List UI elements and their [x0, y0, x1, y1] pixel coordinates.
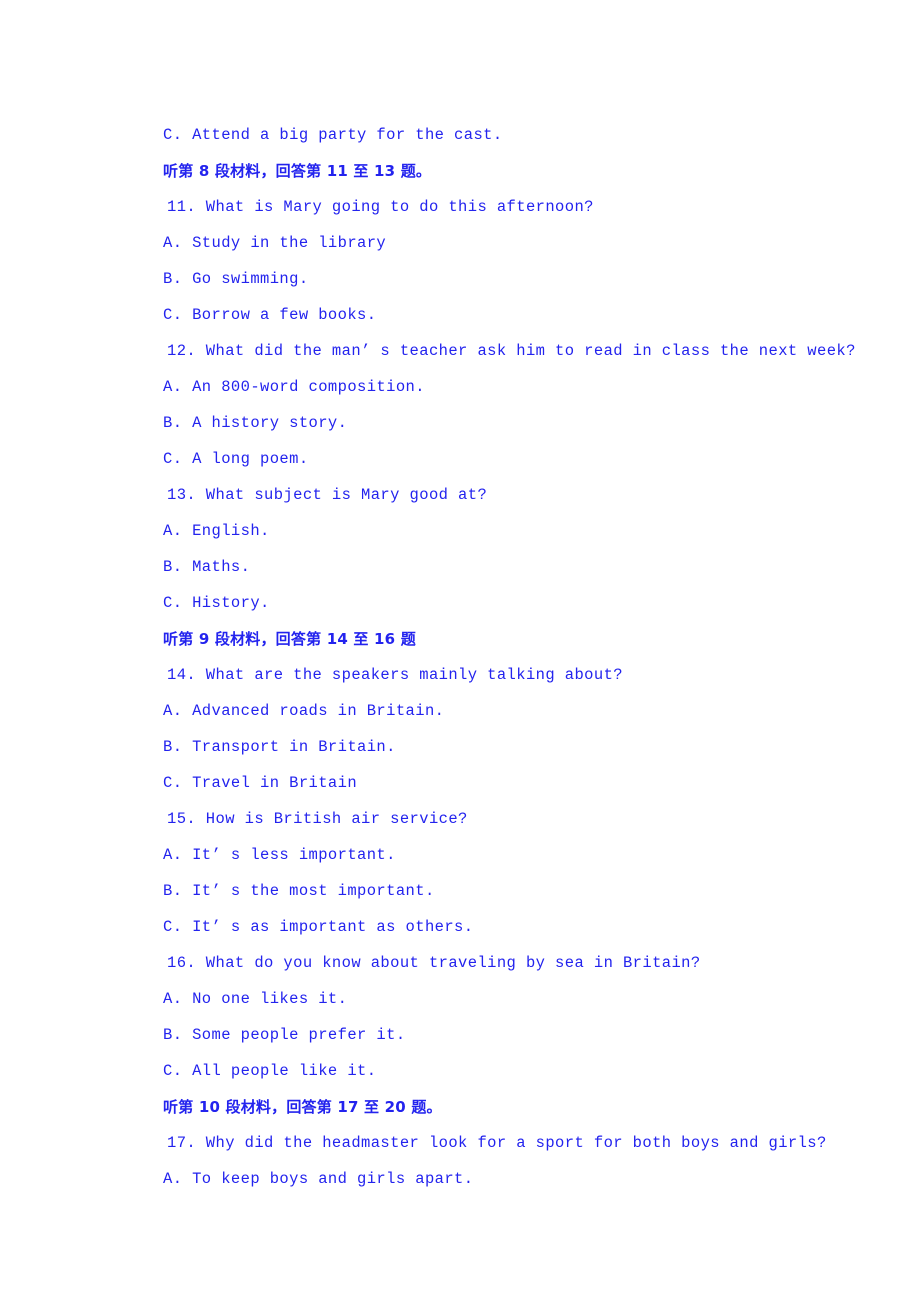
answer-option: B. Some people prefer it.: [163, 1026, 406, 1044]
answer-option: C. A long poem.: [163, 450, 309, 468]
answer-option: C. All people like it.: [163, 1062, 377, 1080]
exam-paper-page: C. Attend a big party for the cast. 听第 8 …: [0, 0, 920, 1302]
answer-option: C. Borrow a few books.: [163, 306, 377, 324]
question-stem: 12. What did the man’ s teacher ask him …: [167, 342, 856, 360]
answer-option: A. Study in the library: [163, 234, 387, 252]
answer-option: A. English.: [163, 522, 270, 540]
question-stem: 13. What subject is Mary good at?: [167, 486, 488, 504]
answer-option: C. It’ s as important as others.: [163, 918, 474, 936]
answer-option: B. Transport in Britain.: [163, 738, 396, 756]
answer-option: A. Advanced roads in Britain.: [163, 702, 445, 720]
answer-option: A. To keep boys and girls apart.: [163, 1170, 474, 1188]
question-stem: 17. Why did the headmaster look for a sp…: [167, 1134, 827, 1152]
answer-option: C. Attend a big party for the cast.: [163, 126, 503, 144]
listening-section-header: 听第 8 段材料，回答第 11 至 13 题。: [163, 162, 432, 180]
question-stem: 14. What are the speakers mainly talking…: [167, 666, 623, 684]
answer-option: A. An 800-word composition.: [163, 378, 425, 396]
answer-option: B. Maths.: [163, 558, 251, 576]
answer-option: A. It’ s less important.: [163, 846, 396, 864]
listening-section-header: 听第 9 段材料，回答第 14 至 16 题: [163, 630, 416, 648]
question-stem: 15. How is British air service?: [167, 810, 468, 828]
answer-option: B. It’ s the most important.: [163, 882, 435, 900]
listening-section-header: 听第 10 段材料，回答第 17 至 20 题。: [163, 1098, 442, 1116]
answer-option: B. A history story.: [163, 414, 348, 432]
question-stem: 11. What is Mary going to do this aftern…: [167, 198, 594, 216]
answer-option: C. History.: [163, 594, 270, 612]
answer-option: A. No one likes it.: [163, 990, 348, 1008]
answer-option: B. Go swimming.: [163, 270, 309, 288]
question-stem: 16. What do you know about traveling by …: [167, 954, 701, 972]
answer-option: C. Travel in Britain: [163, 774, 358, 792]
exam-content-body: C. Attend a big party for the cast. 听第 8 …: [163, 117, 863, 1197]
